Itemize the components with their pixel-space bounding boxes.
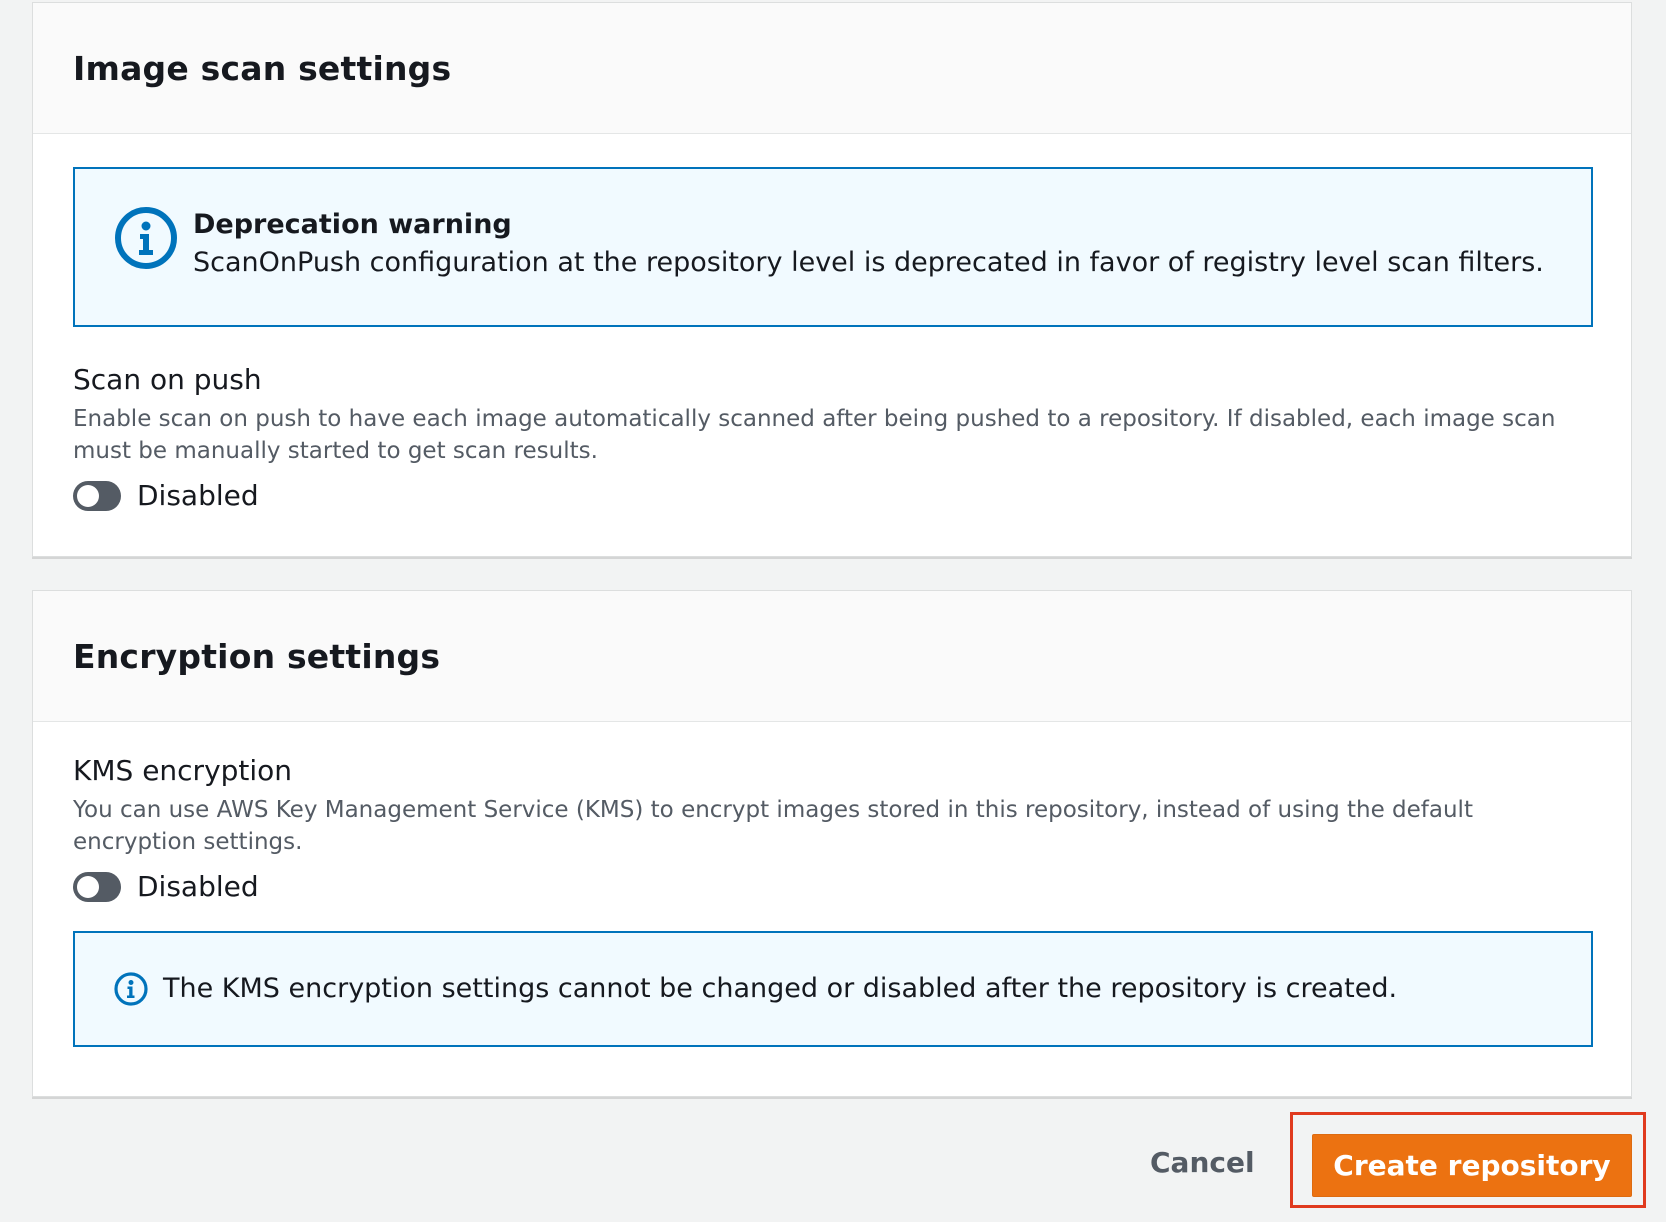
alert-message: ScanOnPush configuration at the reposito… bbox=[193, 247, 1544, 278]
panel-title: Image scan settings bbox=[73, 48, 452, 88]
toggle-state-label: Disabled bbox=[137, 479, 259, 512]
kms-info-alert: The KMS encryption settings cannot be ch… bbox=[73, 931, 1593, 1047]
alert-message: The KMS encryption settings cannot be ch… bbox=[163, 973, 1398, 1004]
field-label: KMS encryption bbox=[73, 754, 293, 787]
field-label: Scan on push bbox=[73, 363, 262, 396]
scan-on-push-toggle-row: Disabled bbox=[73, 479, 1591, 512]
info-icon bbox=[114, 972, 148, 1006]
panel-title: Encryption settings bbox=[73, 636, 441, 676]
kms-encryption-toggle-row: Disabled bbox=[73, 870, 1591, 903]
alert-title: Deprecation warning bbox=[193, 209, 512, 240]
encryption-settings-panel: Encryption settings KMS encryption You c… bbox=[32, 590, 1632, 1097]
toggle-state-label: Disabled bbox=[137, 870, 259, 903]
kms-encryption-field: KMS encryption You can use AWS Key Manag… bbox=[73, 752, 1591, 903]
panel-body: Deprecation warning ScanOnPush configura… bbox=[33, 134, 1631, 512]
scan-on-push-field: Scan on push Enable scan on push to have… bbox=[73, 361, 1591, 512]
field-description: You can use AWS Key Management Service (… bbox=[73, 797, 1473, 855]
alert-content: Deprecation warning ScanOnPush configura… bbox=[193, 207, 1544, 283]
cancel-button[interactable]: Cancel bbox=[1150, 1146, 1255, 1179]
create-repository-button[interactable]: Create repository bbox=[1312, 1134, 1632, 1197]
panel-header: Image scan settings bbox=[33, 3, 1631, 134]
kms-encryption-toggle[interactable] bbox=[73, 871, 121, 902]
panel-header: Encryption settings bbox=[33, 591, 1631, 722]
image-scan-settings-panel: Image scan settings Deprecation warning … bbox=[32, 2, 1632, 557]
info-icon bbox=[115, 207, 177, 269]
field-description: Enable scan on push to have each image a… bbox=[73, 406, 1556, 464]
deprecation-warning-alert: Deprecation warning ScanOnPush configura… bbox=[73, 167, 1593, 327]
scan-on-push-toggle[interactable] bbox=[73, 480, 121, 511]
panel-body: KMS encryption You can use AWS Key Manag… bbox=[33, 722, 1631, 1047]
